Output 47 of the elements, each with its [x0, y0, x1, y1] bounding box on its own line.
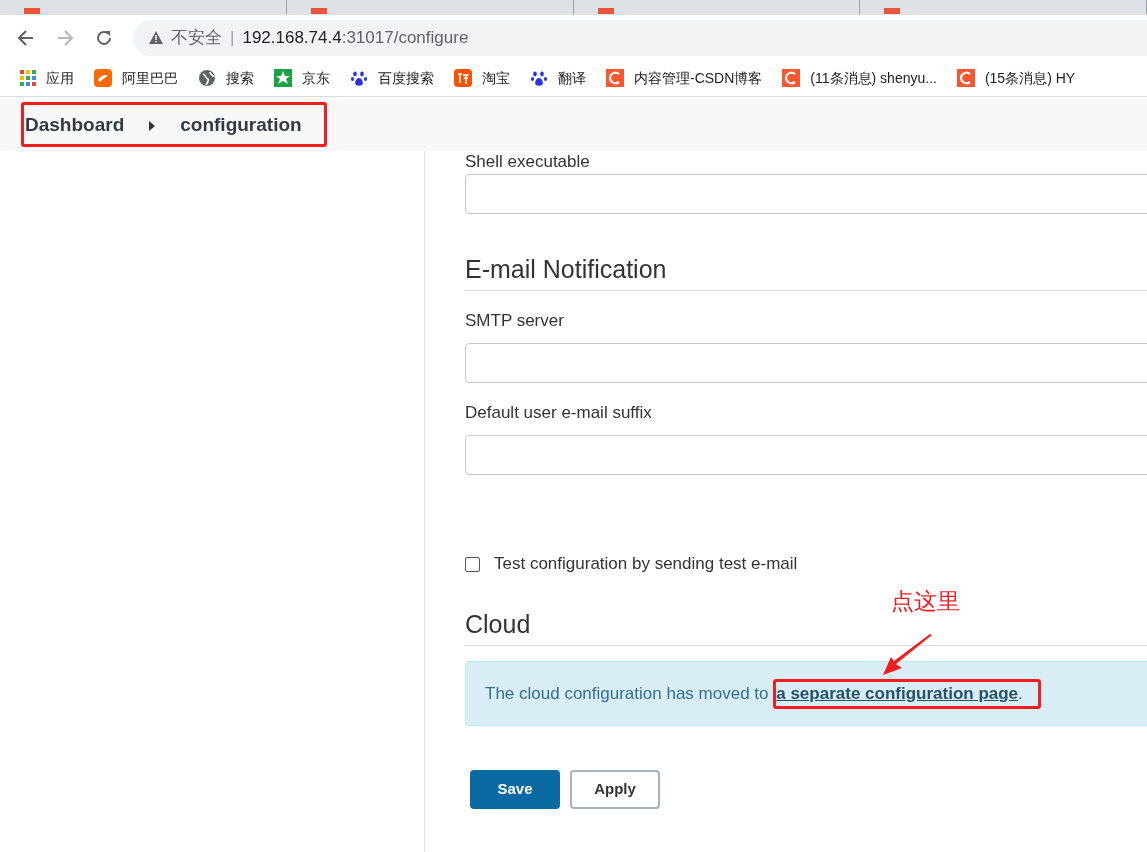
- bookmark-item[interactable]: 搜索: [198, 67, 254, 89]
- bookmark-item[interactable]: 内容管理-CSDN博客: [606, 67, 763, 89]
- csdn-logo-icon: [782, 69, 801, 87]
- breadcrumb-link[interactable]: configuration: [180, 111, 302, 140]
- bookmark-item[interactable]: 应用: [20, 67, 74, 89]
- field-label: Shell executable: [465, 152, 591, 172]
- taobao-logo-icon: [454, 69, 472, 87]
- star-logo-icon: [274, 69, 292, 87]
- forward-icon[interactable]: [55, 27, 75, 48]
- bookmark-item[interactable]: 淘宝: [454, 67, 510, 89]
- address-field[interactable]: 不安全 | 192.168.74.4:31017/configure: [133, 19, 1147, 56]
- input-field[interactable]: [465, 435, 1147, 475]
- breadcrumb-link[interactable]: Dashboard: [25, 111, 125, 140]
- input-field[interactable]: [465, 343, 1147, 383]
- bookmark-item[interactable]: (15条消息) HY: [956, 67, 1076, 89]
- info-message: The cloud configuration has moved to: [485, 682, 770, 705]
- paw-icon: [350, 69, 368, 87]
- checkbox-label: Test configuration by sending test e-mail: [494, 553, 798, 575]
- warning-icon: [149, 31, 163, 44]
- caret-icon: [149, 120, 156, 131]
- paw-icon: [530, 69, 548, 87]
- url-text: 192.168.74.4:31017/configure: [242, 26, 469, 49]
- period-text: .: [1018, 682, 1023, 705]
- alibaba-logo-icon: [94, 69, 112, 87]
- separator-text: |: [230, 26, 235, 49]
- input-field[interactable]: [465, 174, 1147, 214]
- field-label: Default user e-mail suffix: [465, 403, 653, 423]
- configuration-link[interactable]: a separate configuration page: [776, 680, 1019, 707]
- bookmark-item[interactable]: 翻译: [530, 67, 586, 89]
- apps-grid-icon: [20, 70, 36, 86]
- annotation-note: 点这里: [891, 587, 960, 616]
- globe-icon: [198, 69, 216, 87]
- csdn-logo-icon: [606, 69, 624, 87]
- section-heading: Cloud: [465, 609, 532, 639]
- bookmark-item[interactable]: (11条消息) shenyu...: [782, 67, 937, 89]
- back-icon[interactable]: [16, 27, 36, 48]
- save-button[interactable]: Save: [470, 770, 560, 809]
- bookmark-item[interactable]: 京东: [274, 67, 330, 89]
- checkbox[interactable]: [465, 556, 480, 572]
- bookmark-item[interactable]: 阿里巴巴: [94, 67, 178, 89]
- field-label: SMTP server: [465, 311, 565, 331]
- section-heading: E-mail Notification: [465, 254, 668, 284]
- apply-button[interactable]: Apply: [570, 770, 660, 809]
- annotation-arrow: [882, 634, 934, 676]
- security-label: 不安全: [171, 26, 222, 49]
- bookmark-item[interactable]: 百度搜索: [350, 67, 434, 89]
- csdn-logo-icon: [956, 69, 975, 87]
